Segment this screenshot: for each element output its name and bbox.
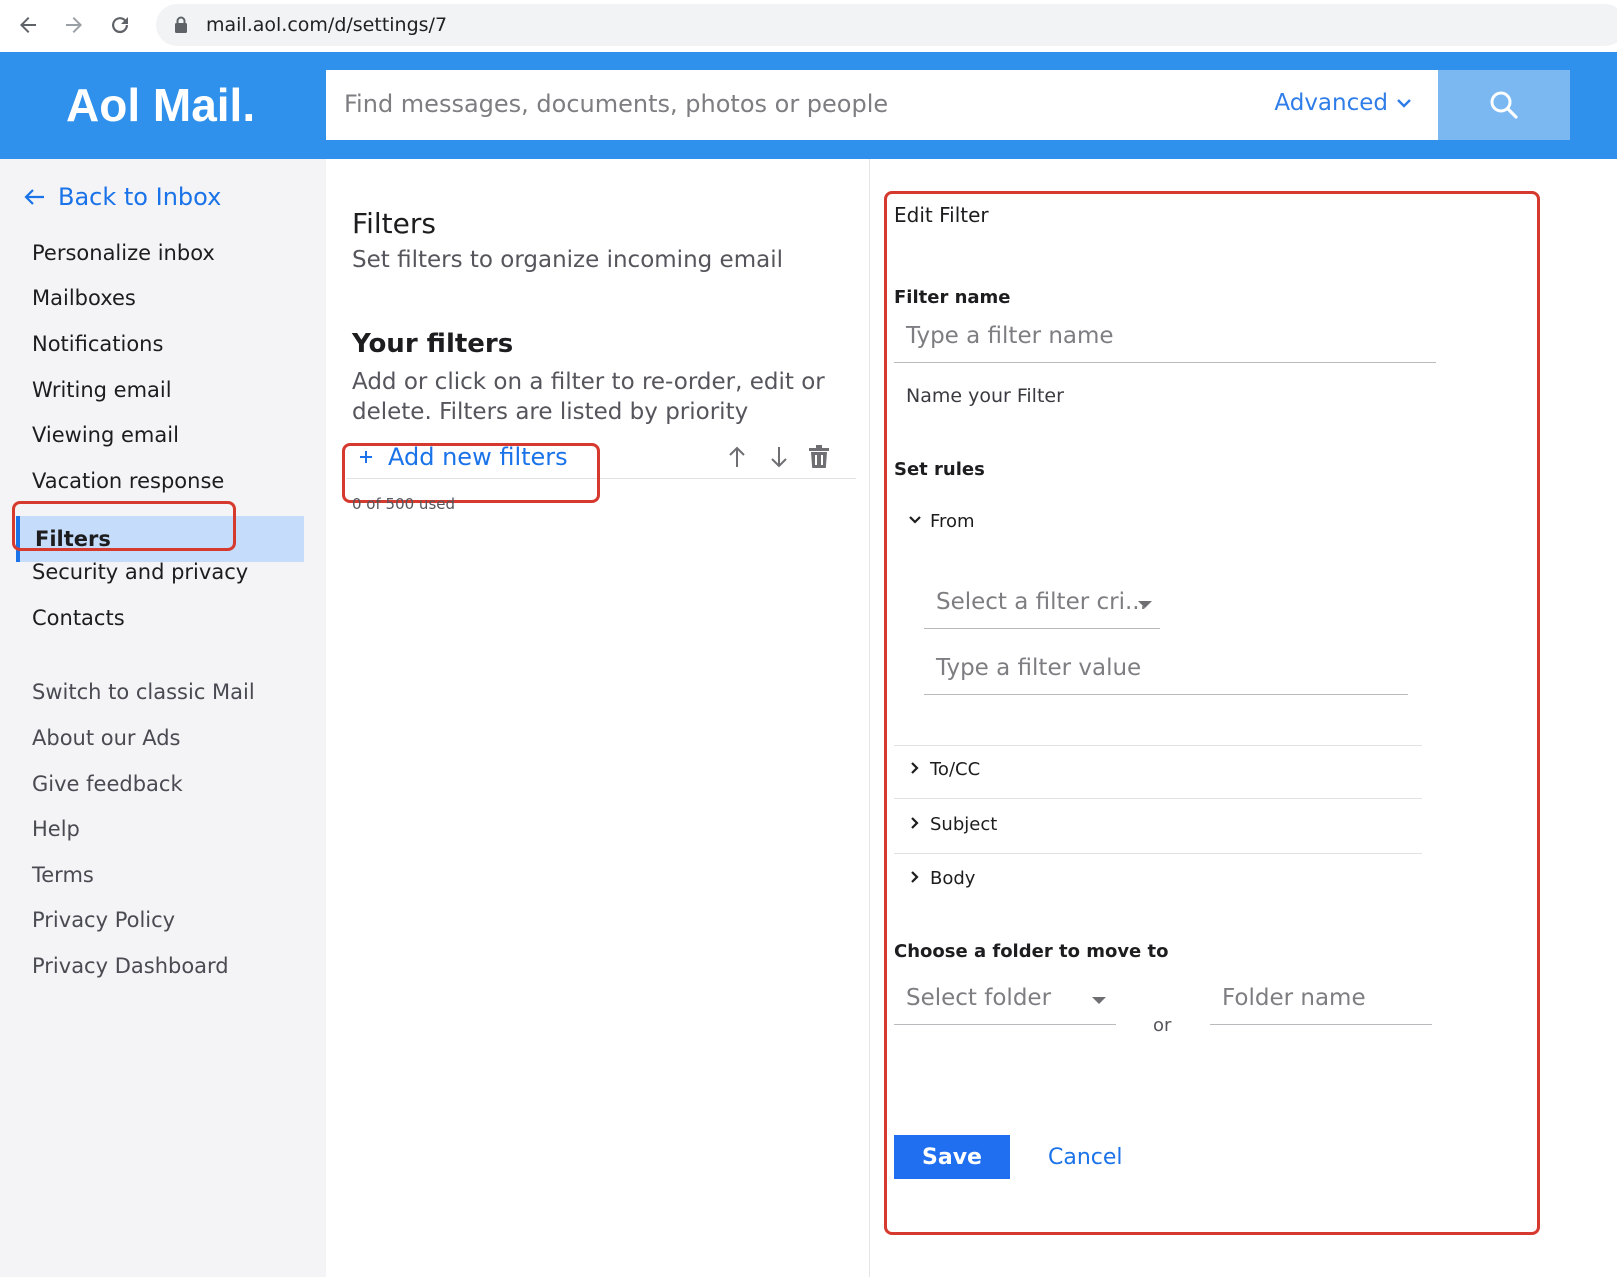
terms-link[interactable]: Terms bbox=[32, 863, 94, 887]
trash-icon[interactable] bbox=[806, 443, 832, 471]
advanced-label: Advanced bbox=[1274, 90, 1388, 116]
privacy-dashboard-link[interactable]: Privacy Dashboard bbox=[32, 954, 229, 978]
back-to-inbox-link[interactable]: Back to Inbox bbox=[24, 183, 221, 211]
browser-toolbar: mail.aol.com/d/settings/7 bbox=[0, 0, 1617, 52]
sidebar-item-viewing-email[interactable]: Viewing email bbox=[32, 423, 179, 447]
sidebar-item-personalize-inbox[interactable]: Personalize inbox bbox=[32, 241, 215, 265]
search-button[interactable] bbox=[1438, 70, 1570, 140]
edit-filter-panel: Edit Filter Filter name Type a filter na… bbox=[870, 159, 1617, 1277]
chevron-right-icon bbox=[911, 762, 919, 774]
give-feedback-link[interactable]: Give feedback bbox=[32, 772, 183, 796]
filters-list-panel: Filters Set filters to organize incoming… bbox=[326, 159, 870, 1277]
sidebar-item-security-and-privacy[interactable]: Security and privacy bbox=[32, 560, 248, 584]
url-text: mail.aol.com/d/settings/7 bbox=[206, 14, 448, 36]
chevron-down-icon bbox=[1397, 99, 1411, 108]
back-to-inbox-label: Back to Inbox bbox=[58, 183, 222, 211]
back-arrow-icon bbox=[24, 189, 44, 205]
rule-body-toggle[interactable]: Body bbox=[894, 856, 1422, 908]
select-folder-dropdown[interactable]: Select folder bbox=[894, 979, 1116, 1025]
address-bar[interactable]: mail.aol.com/d/settings/7 bbox=[156, 4, 1617, 46]
reload-icon[interactable] bbox=[104, 8, 136, 42]
chevron-down-icon bbox=[909, 516, 921, 524]
app-header: Aol Mail. Find messages, documents, phot… bbox=[0, 52, 1617, 159]
or-separator: or bbox=[1153, 1015, 1172, 1036]
about-our-ads-link[interactable]: About our Ads bbox=[32, 726, 181, 750]
filter-value-input[interactable]: Type a filter value bbox=[924, 649, 1408, 695]
sidebar-item-vacation-response[interactable]: Vacation response bbox=[32, 469, 224, 493]
filters-highlight-box bbox=[12, 501, 236, 551]
filter-value-placeholder: Type a filter value bbox=[936, 655, 1142, 681]
filter-criteria-select[interactable]: Select a filter cri... bbox=[924, 583, 1160, 629]
filter-name-label: Filter name bbox=[894, 287, 1011, 308]
settings-sidebar: Back to Inbox Personalize inbox Mailboxe… bbox=[0, 159, 326, 1277]
sidebar-item-writing-email[interactable]: Writing email bbox=[32, 378, 172, 402]
chevron-right-icon bbox=[911, 871, 919, 883]
search-bar[interactable]: Find messages, documents, photos or peop… bbox=[326, 70, 1438, 140]
back-arrow-icon[interactable] bbox=[12, 8, 44, 42]
lock-icon bbox=[175, 16, 187, 33]
add-filter-highlight-box bbox=[342, 443, 600, 503]
cancel-button[interactable]: Cancel bbox=[1048, 1145, 1123, 1170]
rule-to-cc-toggle[interactable]: To/CC bbox=[894, 747, 1422, 799]
edit-filter-title: Edit Filter bbox=[894, 203, 989, 227]
save-button[interactable]: Save bbox=[894, 1135, 1010, 1179]
switch-to-classic-mail-link[interactable]: Switch to classic Mail bbox=[32, 680, 255, 704]
filter-criteria-placeholder: Select a filter cri... bbox=[936, 589, 1147, 615]
select-folder-placeholder: Select folder bbox=[906, 985, 1052, 1011]
rule-body-label: Body bbox=[930, 868, 976, 889]
filter-name-input[interactable]: Type a filter name bbox=[894, 317, 1436, 363]
chevron-right-icon bbox=[911, 817, 919, 829]
rule-to-cc-label: To/CC bbox=[930, 759, 981, 780]
rule-subject-label: Subject bbox=[930, 814, 998, 835]
rule-subject-toggle[interactable]: Subject bbox=[894, 802, 1422, 854]
your-filters-heading: Your filters bbox=[352, 329, 514, 359]
move-down-icon[interactable] bbox=[766, 443, 792, 471]
filters-used-count: 0 of 500 used bbox=[352, 495, 456, 513]
search-icon bbox=[1490, 91, 1518, 119]
rule-from-toggle[interactable]: From bbox=[894, 499, 1422, 551]
filter-name-placeholder: Type a filter name bbox=[906, 323, 1114, 349]
aol-mail-logo[interactable]: Aol Mail. bbox=[66, 78, 255, 132]
folder-name-placeholder: Folder name bbox=[1222, 985, 1366, 1011]
filter-name-hint: Name your Filter bbox=[906, 385, 1064, 407]
folder-name-input[interactable]: Folder name bbox=[1210, 979, 1432, 1025]
move-up-icon[interactable] bbox=[724, 443, 750, 471]
sidebar-item-notifications[interactable]: Notifications bbox=[32, 332, 163, 356]
rule-from-label: From bbox=[930, 511, 975, 532]
divider bbox=[894, 745, 1422, 746]
privacy-policy-link[interactable]: Privacy Policy bbox=[32, 908, 175, 932]
set-rules-label: Set rules bbox=[894, 459, 985, 480]
choose-folder-label: Choose a folder to move to bbox=[894, 941, 1169, 962]
sidebar-item-contacts[interactable]: Contacts bbox=[32, 606, 125, 630]
sidebar-item-mailboxes[interactable]: Mailboxes bbox=[32, 286, 136, 310]
dropdown-caret-icon bbox=[1092, 997, 1106, 1004]
help-link[interactable]: Help bbox=[32, 817, 80, 841]
page-subtitle: Set filters to organize incoming email bbox=[352, 247, 783, 273]
your-filters-description: Add or click on a filter to re-order, ed… bbox=[352, 369, 825, 425]
dropdown-caret-icon bbox=[1138, 601, 1152, 608]
search-input[interactable]: Find messages, documents, photos or peop… bbox=[344, 90, 888, 118]
page-title: Filters bbox=[352, 207, 436, 240]
forward-arrow-icon[interactable] bbox=[58, 8, 90, 42]
advanced-search-button[interactable]: Advanced bbox=[1274, 90, 1412, 116]
